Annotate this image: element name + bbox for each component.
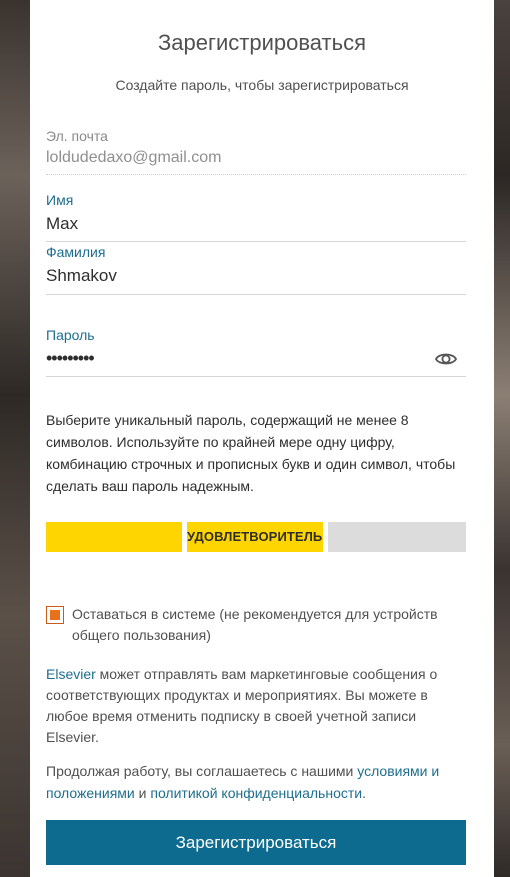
first-name-underline [46, 241, 466, 242]
email-divider [46, 174, 466, 175]
privacy-link[interactable]: политикой конфиденциальности [150, 785, 362, 801]
page-title: Зарегистрироваться [157, 30, 367, 55]
email-field: loldudedaxo@gmail.com [46, 149, 222, 166]
background-left [0, 0, 30, 877]
first-name-label: Имя [46, 192, 74, 208]
last-name-underline [46, 294, 466, 295]
first-name-input[interactable]: Max [46, 214, 78, 234]
register-button[interactable]: Зарегистрироваться [46, 820, 466, 865]
marketing-text: может отправлять вам маркетинговые сообщ… [46, 666, 438, 724]
checkbox-checked-mark [50, 610, 60, 620]
strength-meter-segment-1 [46, 522, 182, 552]
marketing-brand-end: Elsevier [46, 729, 96, 745]
eye-icon[interactable] [434, 348, 458, 370]
strength-meter-segment-2: УДОВЛЕТВОРИТЕЛЬНО [187, 522, 323, 552]
password-underline [46, 376, 466, 377]
registration-card: Зарегистрироваться Создайте пароль, чтоб… [30, 0, 494, 877]
strength-meter-segment-3 [328, 522, 466, 552]
password-input[interactable]: ••••••••• [46, 348, 95, 369]
remember-checkbox[interactable] [46, 606, 64, 624]
password-label: Пароль [46, 327, 95, 343]
page-subtitle: Создайте пароль, чтобы зарегистрироватьс… [115, 77, 409, 93]
terms-notice: Продолжая работу, вы соглашаетесь с наши… [46, 763, 440, 801]
strength-label: УДОВЛЕТВОРИТЕЛЬНО [187, 529, 323, 544]
background-right [494, 0, 510, 877]
email-label: Эл. почта [46, 128, 108, 144]
last-name-input[interactable]: Shmakov [46, 266, 117, 286]
elsevier-link[interactable]: Elsevier [46, 666, 96, 682]
password-hint: Выберите уникальный пароль, содержащий н… [46, 412, 456, 494]
remember-label: Оставаться в системе (не рекомендуется д… [72, 606, 438, 643]
last-name-label: Фамилия [46, 244, 106, 260]
terms-prefix: Продолжая работу, вы соглашаетесь с наши… [46, 763, 358, 779]
marketing-notice: Elsevier может отправлять вам маркетинго… [46, 666, 438, 745]
